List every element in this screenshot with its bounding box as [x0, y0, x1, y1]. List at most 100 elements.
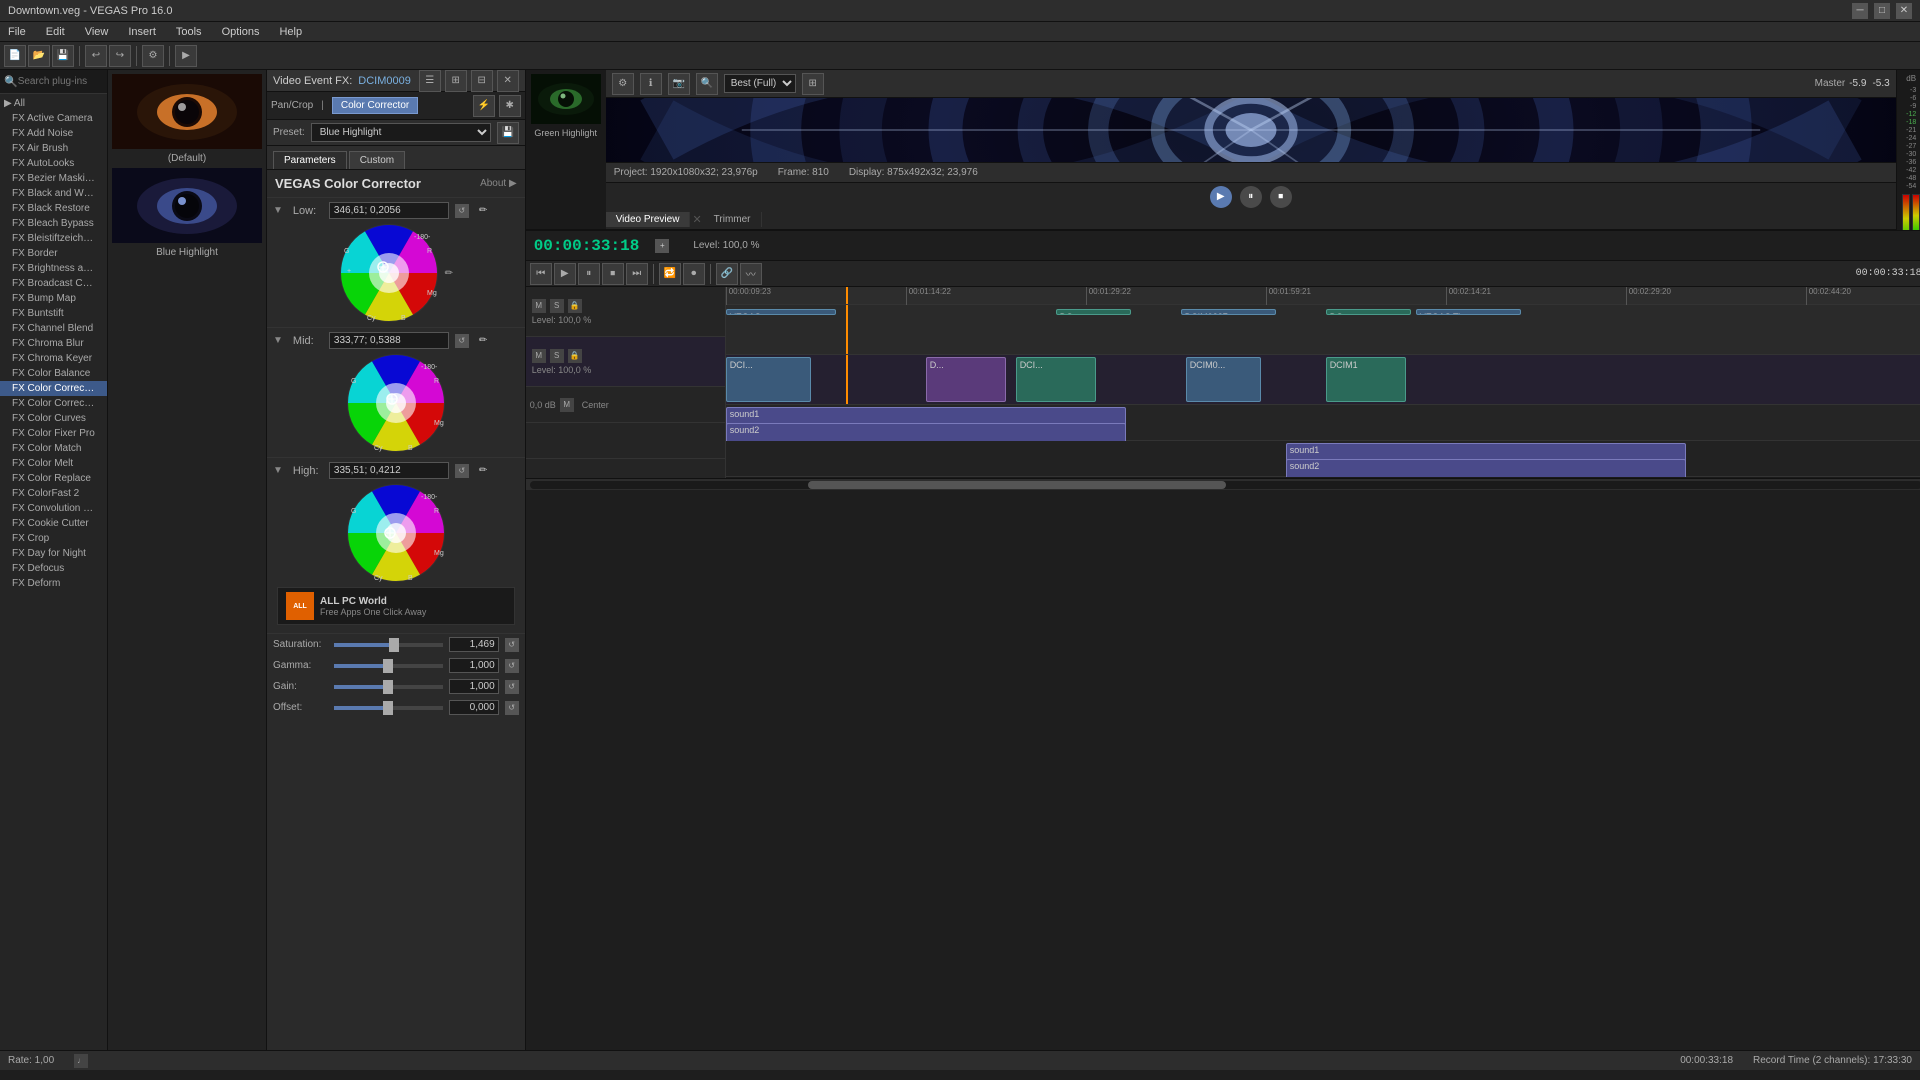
tl-loop-btn[interactable]: 🔁: [659, 263, 681, 285]
low-eyedrop2-btn[interactable]: ✏: [445, 268, 453, 279]
fx-item-day-for-night[interactable]: FX Day for Night: [0, 546, 107, 561]
search-input[interactable]: [18, 76, 103, 87]
fx-item-bleach-bypass[interactable]: FX Bleach Bypass: [0, 216, 107, 231]
fx-bypass-btn[interactable]: ⚡: [473, 95, 495, 117]
close-button[interactable]: ✕: [1896, 3, 1912, 19]
undo-button[interactable]: ↩: [85, 45, 107, 67]
preview-info-btn[interactable]: ℹ: [640, 73, 662, 95]
clip-vegas-1[interactable]: VEGAS ...: [726, 309, 836, 315]
scroll-thumb[interactable]: [808, 481, 1226, 489]
thumbnail-blue-highlight[interactable]: [112, 168, 262, 243]
tab-trimmer[interactable]: Trimmer: [704, 212, 762, 227]
tl-pause-btn[interactable]: ⏸: [578, 263, 600, 285]
menu-view[interactable]: View: [81, 26, 113, 38]
preset-select[interactable]: Blue Highlight: [311, 123, 491, 142]
track-mute-btn-2[interactable]: M: [532, 349, 546, 363]
fx-item-bump-map[interactable]: FX Bump Map: [0, 291, 107, 306]
tl-stop-btn[interactable]: ⏹: [602, 263, 624, 285]
vefx-grid2-btn[interactable]: ⊟: [471, 70, 493, 92]
add-track-btn[interactable]: +: [655, 239, 669, 253]
high-collapse[interactable]: ▼: [273, 465, 283, 476]
tl-play-btn[interactable]: ▶: [554, 263, 576, 285]
offset-thumb[interactable]: [383, 701, 393, 715]
gamma-reset[interactable]: ↺: [505, 659, 519, 673]
menu-edit[interactable]: Edit: [42, 26, 69, 38]
fx-item-buntstift[interactable]: FX Buntstift: [0, 306, 107, 321]
fx-item-brightness[interactable]: FX Brightness and C...: [0, 261, 107, 276]
tl-fforward-btn[interactable]: ⏭: [626, 263, 648, 285]
fx-item-convolution-kernel[interactable]: FX Convolution Kern...: [0, 501, 107, 516]
saturation-track[interactable]: [334, 643, 443, 647]
saturation-thumb[interactable]: [389, 638, 399, 652]
gamma-value[interactable]: [449, 658, 499, 673]
mid-eyedrop-btn[interactable]: ✏: [479, 335, 487, 346]
vefx-list-btn[interactable]: ☰: [419, 70, 441, 92]
clip-dci-3[interactable]: DCI...: [1016, 357, 1096, 402]
stop-button[interactable]: ⏹: [1270, 186, 1292, 208]
fx-item-color-corrector-s[interactable]: FX Color Corrector S...: [0, 396, 107, 411]
track-solo-btn-1[interactable]: S: [550, 299, 564, 313]
tl-snap-btn[interactable]: 🔗: [716, 263, 738, 285]
offset-value[interactable]: [449, 700, 499, 715]
vefx-grid-btn[interactable]: ⊞: [445, 70, 467, 92]
pause-button[interactable]: ⏸: [1240, 186, 1262, 208]
audio-mute-1[interactable]: M: [560, 398, 574, 412]
track-lock-btn-2[interactable]: 🔒: [568, 349, 582, 363]
fx-item-air-brush[interactable]: FX Air Brush: [0, 141, 107, 156]
menu-help[interactable]: Help: [275, 26, 306, 38]
fx-settings-btn[interactable]: ✱: [499, 95, 521, 117]
fx-item-cookie-cutter[interactable]: FX Cookie Cutter: [0, 516, 107, 531]
fx-item-color-curves[interactable]: FX Color Curves: [0, 411, 107, 426]
render-button[interactable]: ▶: [175, 45, 197, 67]
fx-item-black-white[interactable]: FX Black and White: [0, 186, 107, 201]
tl-rewind-btn[interactable]: ⏮: [530, 263, 552, 285]
play-button[interactable]: ▶: [1210, 186, 1232, 208]
clip-dci-1[interactable]: DCI...: [726, 357, 811, 402]
fx-item-add-noise[interactable]: FX Add Noise: [0, 126, 107, 141]
fx-item-color-corrector[interactable]: FX Color Corrector: [0, 381, 107, 396]
mid-reset-btn[interactable]: ↺: [455, 334, 469, 348]
fx-item-crop[interactable]: FX Crop: [0, 531, 107, 546]
fx-item-color-balance[interactable]: FX Color Balance: [0, 366, 107, 381]
saturation-reset[interactable]: ↺: [505, 638, 519, 652]
low-eyedrop-btn[interactable]: ✏: [479, 205, 487, 216]
fx-item-active-camera[interactable]: FX Active Camera: [0, 111, 107, 126]
thumbnail-default[interactable]: [112, 74, 262, 149]
maximize-button[interactable]: □: [1874, 3, 1890, 19]
search-box[interactable]: 🔍: [0, 70, 107, 94]
fx-item-color-fixer-pro[interactable]: FX Color Fixer Pro: [0, 426, 107, 441]
fx-item-chroma-blur[interactable]: FX Chroma Blur: [0, 336, 107, 351]
clip-dcim0327[interactable]: DCIM0327: [1181, 309, 1276, 315]
gain-value[interactable]: [449, 679, 499, 694]
fx-category-all[interactable]: ▶ All: [0, 96, 107, 111]
menu-options[interactable]: Options: [218, 26, 264, 38]
tab-parameters[interactable]: Parameters: [273, 151, 347, 169]
window-controls[interactable]: ─ □ ✕: [1852, 3, 1912, 19]
about-link[interactable]: About ▶: [480, 178, 517, 189]
properties-button[interactable]: ⚙: [142, 45, 164, 67]
tab-custom[interactable]: Custom: [349, 151, 405, 169]
fx-item-black-restore[interactable]: FX Black Restore: [0, 201, 107, 216]
clip-dcim0-1[interactable]: DCIM0...: [1186, 357, 1261, 402]
high-eyedrop-btn[interactable]: ✏: [479, 465, 487, 476]
clip-vegas-ti[interactable]: VEGAS Ti...: [1416, 309, 1521, 315]
open-button[interactable]: 📂: [28, 45, 50, 67]
fx-item-deform[interactable]: FX Deform: [0, 576, 107, 591]
fx-item-bezier-masking[interactable]: FX Bezier Masking: [0, 171, 107, 186]
low-collapse[interactable]: ▼: [273, 205, 283, 216]
vefx-close[interactable]: ✕: [497, 70, 519, 92]
high-color-wheel[interactable]: R Mg B Cy G -180-: [346, 483, 446, 583]
clip-teal-1[interactable]: DC...: [1326, 309, 1411, 315]
preview-settings-btn[interactable]: ⚙: [612, 73, 634, 95]
mid-color-wheel[interactable]: R Mg B Cy G -180-: [346, 353, 446, 453]
tl-record-btn[interactable]: ⏺: [683, 263, 705, 285]
tl-ripple-btn[interactable]: 〰: [740, 263, 762, 285]
pan-crop-label[interactable]: Pan/Crop: [271, 100, 313, 111]
preview-quality-btn[interactable]: 🔍: [696, 73, 718, 95]
high-reset-btn[interactable]: ↺: [455, 464, 469, 478]
gamma-track[interactable]: [334, 664, 443, 668]
mid-collapse[interactable]: ▼: [273, 335, 283, 346]
metronome-btn[interactable]: ♩: [74, 1054, 88, 1068]
fx-item-defocus[interactable]: FX Defocus: [0, 561, 107, 576]
mid-value-input[interactable]: [329, 332, 449, 349]
